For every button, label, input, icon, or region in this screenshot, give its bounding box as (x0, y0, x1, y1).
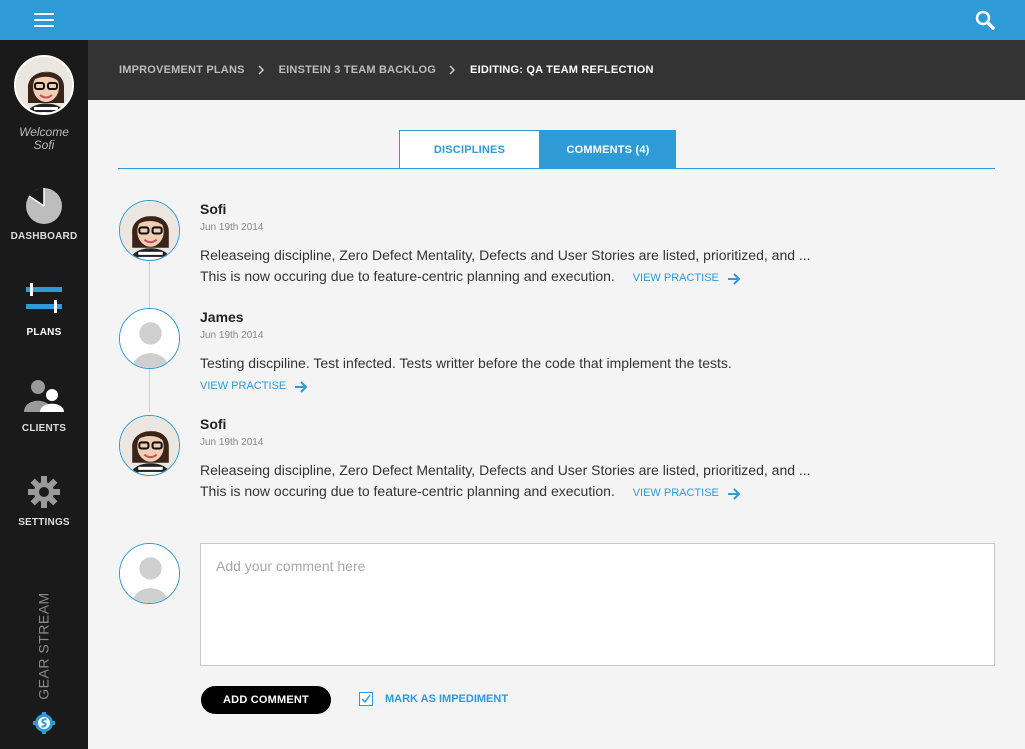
default-user-icon (120, 544, 179, 603)
sliders-icon (26, 283, 62, 313)
comment-line: This is now occuring due to feature-cent… (200, 268, 615, 284)
arrow-right-icon (295, 380, 308, 393)
brand-name: GEAR STREAM (30, 592, 58, 699)
mark-impediment-toggle[interactable]: MARK AS IMPEDIMENT (359, 692, 508, 706)
comment-line: Releaseing discipline, Zero Defect Menta… (200, 247, 811, 263)
nav-settings-label: SETTINGS (18, 517, 70, 528)
pie-chart-icon (26, 187, 62, 224)
breadcrumb: IMPROVEMENT PLANS EINSTEIN 3 TEAM BACKLO… (88, 40, 1025, 100)
chevron-right-icon (448, 65, 458, 75)
comment-author: Sofi (200, 201, 227, 217)
comment-body: Releaseing discipline, Zero Defect Menta… (200, 460, 811, 504)
compose-avatar (119, 543, 180, 604)
nav-plans[interactable]: PLANS (0, 283, 88, 338)
breadcrumb-team-backlog[interactable]: EINSTEIN 3 TEAM BACKLOG (279, 64, 436, 76)
tab-divider (118, 168, 995, 169)
comment-avatar (119, 308, 180, 369)
add-comment-button[interactable]: ADD COMMENT (201, 686, 331, 714)
view-practise-label: VIEW PRACTISE (632, 487, 719, 499)
nav-plans-label: PLANS (26, 327, 62, 338)
tab-bar: DISCIPLINES COMMENTS (4) (399, 130, 676, 169)
comment-line: Releaseing discipline, Zero Defect Menta… (200, 462, 811, 478)
nav-dashboard[interactable]: DASHBOARD (0, 187, 88, 242)
comment-date: Jun 19th 2014 (200, 222, 264, 233)
view-practise-label: VIEW PRACTISE (632, 272, 719, 284)
checkmark-icon (361, 694, 371, 704)
tab-comments[interactable]: COMMENTS (4) (540, 130, 676, 169)
view-practise-label: VIEW PRACTISE (200, 380, 287, 392)
nav-clients[interactable]: CLIENTS (0, 379, 88, 434)
gearstream-logo-icon (33, 712, 55, 734)
gear-icon (28, 476, 60, 508)
welcome-username: Sofi (33, 138, 55, 152)
breadcrumb-improvement-plans[interactable]: IMPROVEMENT PLANS (119, 64, 245, 76)
comment-date: Jun 19th 2014 (200, 437, 264, 448)
nav-settings[interactable]: SETTINGS (0, 476, 88, 528)
comment-body: Releaseing discipline, Zero Defect Menta… (200, 245, 811, 289)
welcome-text: Welcome Sofi (0, 126, 88, 152)
chevron-right-icon (257, 65, 267, 75)
comment-body: Testing discpiline. Test infected. Tests… (200, 353, 732, 397)
brand-label: GEAR STREAM (36, 592, 52, 700)
nav-clients-label: CLIENTS (21, 423, 67, 434)
arrow-right-icon (727, 272, 741, 285)
view-practise-link[interactable]: VIEW PRACTISE (633, 268, 741, 289)
comment-avatar (119, 415, 180, 476)
view-practise-link[interactable]: VIEW PRACTISE (200, 376, 308, 397)
top-bar (88, 0, 1025, 40)
comment-date: Jun 19th 2014 (200, 330, 264, 341)
tab-disciplines[interactable]: DISCIPLINES (399, 130, 540, 169)
sidebar: Welcome Sofi DASHBOARD PLANS CLIENTS SET… (0, 0, 88, 749)
default-user-icon (120, 309, 179, 368)
comment-line: This is now occuring due to feature-cent… (200, 483, 615, 499)
comment-input[interactable] (200, 543, 995, 666)
arrow-right-icon (727, 487, 741, 500)
user-avatar[interactable] (14, 55, 74, 115)
view-practise-link[interactable]: VIEW PRACTISE (633, 483, 741, 504)
impediment-checkbox[interactable] (359, 692, 373, 706)
comment-author: Sofi (200, 416, 227, 432)
hamburger-icon (34, 13, 54, 27)
comment-avatar (119, 200, 180, 261)
menu-button[interactable] (0, 0, 88, 40)
comment-author: James (200, 309, 244, 325)
breadcrumb-current: EIDITING: QA TEAM REFLECTION (470, 64, 654, 76)
search-icon[interactable] (975, 10, 995, 30)
users-icon (24, 380, 64, 412)
nav-dashboard-label: DASHBOARD (10, 231, 78, 242)
impediment-label: MARK AS IMPEDIMENT (385, 693, 509, 705)
comment-line: Testing discpiline. Test infected. Tests… (200, 355, 732, 371)
